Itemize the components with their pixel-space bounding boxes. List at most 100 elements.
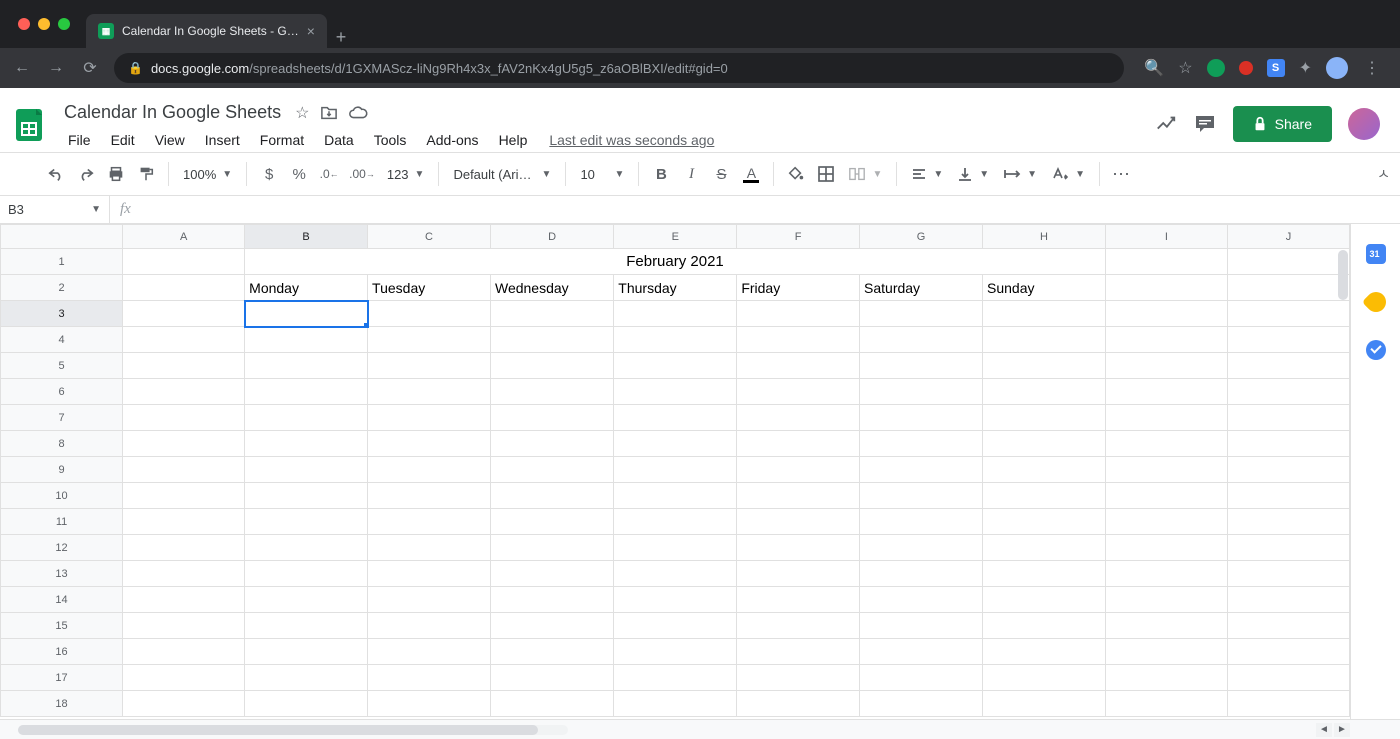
cell[interactable] (1227, 691, 1349, 717)
borders-button[interactable] (812, 161, 840, 187)
row-header[interactable]: 17 (1, 665, 123, 691)
row-header[interactable]: 2 (1, 275, 123, 301)
cell[interactable]: Saturday (860, 275, 983, 301)
cell[interactable] (245, 665, 368, 691)
menu-file[interactable]: File (60, 128, 99, 152)
cell[interactable] (490, 457, 613, 483)
collapse-toolbar-icon[interactable]: ㅅ (1377, 164, 1390, 184)
cell[interactable] (737, 535, 860, 561)
fill-color-button[interactable] (782, 161, 810, 187)
cell[interactable] (614, 665, 737, 691)
cell[interactable] (860, 353, 983, 379)
cell[interactable] (614, 457, 737, 483)
cell[interactable]: Wednesday (490, 275, 613, 301)
cell[interactable] (490, 613, 613, 639)
horizontal-scrollbar-track[interactable] (18, 725, 568, 735)
cell[interactable] (983, 327, 1106, 353)
row-header[interactable]: 15 (1, 613, 123, 639)
cell[interactable] (1105, 457, 1227, 483)
cell[interactable]: Friday (737, 275, 860, 301)
cell[interactable] (245, 509, 368, 535)
cell[interactable] (983, 691, 1106, 717)
column-header[interactable]: H (983, 225, 1106, 249)
row-header[interactable]: 8 (1, 431, 123, 457)
browser-menu-icon[interactable]: ⋮ (1362, 58, 1382, 78)
cell[interactable] (737, 379, 860, 405)
cell[interactable] (860, 379, 983, 405)
cell[interactable] (368, 665, 491, 691)
cell[interactable]: Sunday (983, 275, 1106, 301)
cell[interactable] (245, 301, 368, 327)
select-all-corner[interactable] (1, 225, 123, 249)
cell[interactable] (123, 249, 245, 275)
cell[interactable] (123, 301, 245, 327)
cell[interactable] (123, 327, 245, 353)
horizontal-align-dropdown[interactable]: ▼ (905, 161, 949, 187)
cell[interactable] (860, 509, 983, 535)
star-doc-icon[interactable]: ☆ (295, 103, 309, 123)
cell[interactable] (123, 379, 245, 405)
italic-button[interactable]: I (677, 161, 705, 187)
cell[interactable] (368, 587, 491, 613)
side-tasks-icon[interactable] (1366, 340, 1386, 360)
cell-title[interactable]: February 2021 (245, 249, 1106, 275)
cell[interactable] (983, 457, 1106, 483)
menu-data[interactable]: Data (316, 128, 362, 152)
cell[interactable] (737, 431, 860, 457)
side-calendar-icon[interactable] (1366, 244, 1386, 264)
font-size-dropdown[interactable]: 10▼ (574, 161, 630, 187)
cell[interactable] (368, 327, 491, 353)
cell[interactable] (245, 535, 368, 561)
vertical-align-dropdown[interactable]: ▼ (951, 161, 995, 187)
cell[interactable] (490, 509, 613, 535)
cell[interactable] (368, 405, 491, 431)
cell[interactable] (245, 405, 368, 431)
cell[interactable] (123, 639, 245, 665)
cell[interactable] (1105, 483, 1227, 509)
cell[interactable] (1105, 327, 1227, 353)
menu-format[interactable]: Format (252, 128, 312, 152)
paint-format-button[interactable] (132, 161, 160, 187)
cell[interactable] (368, 691, 491, 717)
cell[interactable] (737, 327, 860, 353)
cell[interactable] (860, 639, 983, 665)
cell[interactable] (983, 535, 1106, 561)
cell[interactable] (245, 483, 368, 509)
spreadsheet-grid[interactable]: ABCDEFGHIJ1February 20212MondayTuesdayWe… (0, 224, 1350, 717)
url-bar[interactable]: 🔒 docs.google.com/spreadsheets/d/1GXMASc… (114, 53, 1124, 83)
cell[interactable] (490, 665, 613, 691)
cell[interactable] (123, 353, 245, 379)
browser-profile-avatar[interactable] (1326, 57, 1348, 79)
cell[interactable] (860, 613, 983, 639)
cell[interactable] (245, 639, 368, 665)
row-header[interactable]: 11 (1, 509, 123, 535)
cell[interactable] (983, 431, 1106, 457)
text-wrap-dropdown[interactable]: ▼ (997, 161, 1043, 187)
cell[interactable] (123, 561, 245, 587)
cell[interactable] (368, 457, 491, 483)
cell[interactable] (860, 457, 983, 483)
column-header[interactable]: C (368, 225, 491, 249)
nav-reload-button[interactable]: ⟳ (80, 58, 100, 78)
cell[interactable] (737, 691, 860, 717)
cell[interactable] (737, 457, 860, 483)
cell[interactable] (1105, 691, 1227, 717)
cell[interactable] (368, 509, 491, 535)
menu-help[interactable]: Help (491, 128, 536, 152)
toolbar-more-button[interactable]: ⋯ (1108, 161, 1136, 187)
cell[interactable] (860, 587, 983, 613)
vertical-scrollbar[interactable] (1338, 250, 1348, 300)
zoom-icon[interactable]: 🔍 (1144, 58, 1164, 78)
cell[interactable] (123, 665, 245, 691)
cell[interactable] (983, 613, 1106, 639)
cell[interactable] (1105, 405, 1227, 431)
column-header[interactable]: I (1105, 225, 1227, 249)
row-header[interactable]: 18 (1, 691, 123, 717)
row-header[interactable]: 4 (1, 327, 123, 353)
cell[interactable] (490, 327, 613, 353)
cell[interactable] (1105, 275, 1227, 301)
menu-view[interactable]: View (147, 128, 193, 152)
cell[interactable] (983, 301, 1106, 327)
cell[interactable] (368, 535, 491, 561)
cell[interactable] (614, 587, 737, 613)
